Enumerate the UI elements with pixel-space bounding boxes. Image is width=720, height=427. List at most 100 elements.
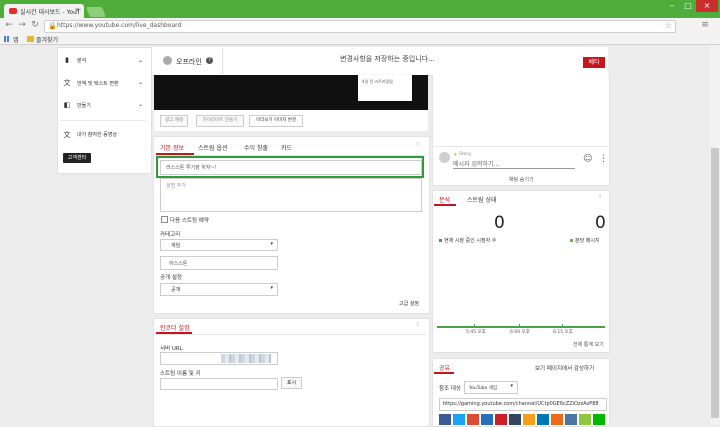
new-tab-button[interactable] — [86, 7, 106, 17]
time-tick-label: 6:15 오후 — [553, 330, 573, 335]
privacy-label: 공개 설정 — [160, 275, 182, 281]
stream-key-label: 스트림 이름 및 키 — [160, 371, 201, 377]
pinterest-icon[interactable] — [495, 414, 507, 425]
browser-tab[interactable]: 실시간 대시보드 - YouT × — [4, 4, 84, 18]
chat-user-tag: Story — [459, 152, 471, 157]
chat-divider — [432, 146, 608, 147]
more-options-icon[interactable]: ⋮ — [599, 154, 608, 164]
play-ad-button[interactable]: 광고 재생 — [160, 115, 188, 127]
sidebar-divider — [60, 120, 146, 121]
category-label: 카테고리 — [160, 232, 181, 238]
tab-analytics[interactable]: 분석 — [439, 195, 450, 204]
analytics-tab-indicator — [434, 204, 456, 206]
show-key-button[interactable]: 표시 — [281, 377, 302, 389]
lock-icon: 🔒 — [48, 22, 57, 30]
reddit-icon[interactable] — [551, 414, 563, 425]
tumblr-icon[interactable] — [509, 414, 521, 425]
odnoklassniki-icon[interactable] — [523, 414, 535, 425]
blogger-icon[interactable] — [481, 414, 493, 425]
bar-chart-icon: ▮ — [65, 56, 69, 64]
create-icon: ◧ — [63, 101, 71, 109]
share-card-title: 공유 — [439, 365, 451, 372]
bookmark-favorites[interactable]: 즐겨찾기 — [36, 35, 58, 44]
stream-key-field[interactable] — [160, 378, 278, 390]
chevron-down-icon[interactable]: ⌄ — [138, 79, 143, 86]
browser-tab-title: 실시간 대시보드 - YouT — [20, 9, 81, 16]
tab-stream-options[interactable]: 스트림 옵션 — [198, 143, 228, 152]
tab-cards[interactable]: 카드 — [281, 143, 292, 152]
promote-value: YouTube 게임 — [469, 386, 498, 391]
google-plus-icon[interactable] — [467, 414, 479, 425]
change-thumbnail-button[interactable]: 미리보기 이미지 변경 — [249, 115, 303, 127]
email-icon[interactable] — [579, 414, 591, 425]
chat-input[interactable]: 메시지 입력하기... — [453, 159, 499, 168]
folder-icon — [27, 36, 34, 42]
sidebar-item-contributed[interactable]: 내가 참여한 동영상 — [77, 131, 117, 138]
drag-handle-icon[interactable]: ⠿ — [416, 142, 420, 148]
server-url-field[interactable] — [160, 352, 278, 365]
scrollbar-thumb[interactable] — [711, 148, 719, 418]
help-icon[interactable]: ? — [206, 57, 213, 64]
sidebar-item-analytics[interactable]: 분석 — [77, 57, 86, 64]
server-url-label: 서버 URL — [160, 346, 183, 352]
forward-icon[interactable]: → — [17, 19, 27, 31]
bookmarks-bar — [0, 34, 720, 45]
facebook-icon[interactable] — [439, 414, 451, 425]
sidebar-item-translation[interactable]: 번역 및 텍스트 변환 — [77, 80, 119, 87]
description-placeholder: 설명 추가 — [166, 183, 186, 189]
drag-handle-icon[interactable]: ⠿ — [416, 322, 420, 328]
time-tick-label: 6:00 오후 — [510, 330, 530, 335]
browser-tab-bar — [0, 0, 720, 18]
schedule-checkbox[interactable] — [161, 216, 168, 223]
sidebar-item-create[interactable]: 만들기 — [77, 102, 91, 109]
twitter-icon[interactable] — [453, 414, 465, 425]
chart-tick — [474, 324, 475, 328]
schedule-checkbox-label: 다음 스트림 예약 — [170, 218, 209, 224]
support-button[interactable]: 고객센터 — [63, 153, 91, 163]
description-textarea[interactable]: 설명 추가 — [160, 178, 422, 212]
maximize-button[interactable]: □ — [680, 0, 696, 12]
hide-chat-button[interactable]: 채팅 숨기기 — [509, 176, 534, 183]
chart-baseline — [437, 326, 605, 328]
advanced-settings-link[interactable]: 고급 설정 — [399, 300, 419, 307]
tab-stream-health[interactable]: 스트림 상태 — [467, 195, 497, 204]
tab-close-icon[interactable]: × — [74, 6, 80, 14]
bookmark-apps[interactable]: 앱 — [13, 35, 19, 44]
back-icon[interactable]: ← — [4, 19, 14, 31]
vk-icon[interactable] — [565, 414, 577, 425]
chat-panel — [432, 75, 610, 186]
reload-icon[interactable]: ↻ — [30, 19, 40, 31]
watch-page-link[interactable]: 보기 페이지에서 감상하기 — [535, 364, 594, 372]
drag-handle-icon[interactable]: ⠿ — [598, 194, 602, 200]
contributed-videos-icon: 文 — [63, 131, 71, 139]
tab-basic-info[interactable]: 기본 정보 — [160, 143, 184, 152]
translate-icon: 文 — [63, 79, 71, 87]
bookmark-star-icon[interactable]: ☆ — [665, 21, 672, 30]
tab-monetization[interactable]: 수익 창출 — [244, 143, 268, 152]
minimize-button[interactable]: – — [664, 0, 680, 12]
menu-icon[interactable]: ≡ — [700, 19, 710, 31]
share-url-value: https://gaming.youtube.com/channel/UCtp0… — [443, 401, 599, 407]
avatar — [439, 152, 450, 163]
title-input[interactable]: 러스스톤 투기장 하자~! — [160, 160, 422, 175]
chevron-down-icon[interactable]: ⌄ — [138, 57, 143, 64]
header-divider — [222, 48, 223, 74]
category-select[interactable]: 게임 ▾ — [160, 239, 278, 251]
share-url-field[interactable]: https://gaming.youtube.com/channel/UCtp0… — [439, 398, 607, 411]
linkedin-icon[interactable] — [537, 414, 549, 425]
time-tick-label: 5:45 오후 — [466, 330, 486, 335]
create-highlight-button[interactable]: 하이라이트 만들기 — [196, 115, 244, 127]
chevron-down-icon[interactable]: ⌄ — [138, 101, 143, 108]
concurrent-viewers-label: 현재 시청 중인 시청자 수 — [444, 238, 497, 244]
close-window-button[interactable]: × — [696, 0, 718, 12]
privacy-select[interactable]: 공개 ▾ — [160, 283, 278, 296]
emoji-icon[interactable]: ☺ — [583, 154, 592, 164]
promote-select[interactable]: YouTube 게임 ▾ — [464, 381, 518, 394]
saving-message: 변경사항을 저장하는 중입니다... — [340, 55, 435, 63]
address-bar[interactable]: 🔒 https://www.youtube.com/live_dashboard… — [44, 20, 676, 33]
game-title-input[interactable]: 하스스톤 — [160, 256, 278, 270]
beta-badge: 베타 — [583, 57, 605, 68]
line-icon[interactable] — [593, 414, 605, 425]
encoder-card-title: 인코더 설정 — [160, 325, 190, 332]
full-analytics-link[interactable]: 전체 통계 보기 — [573, 341, 604, 348]
